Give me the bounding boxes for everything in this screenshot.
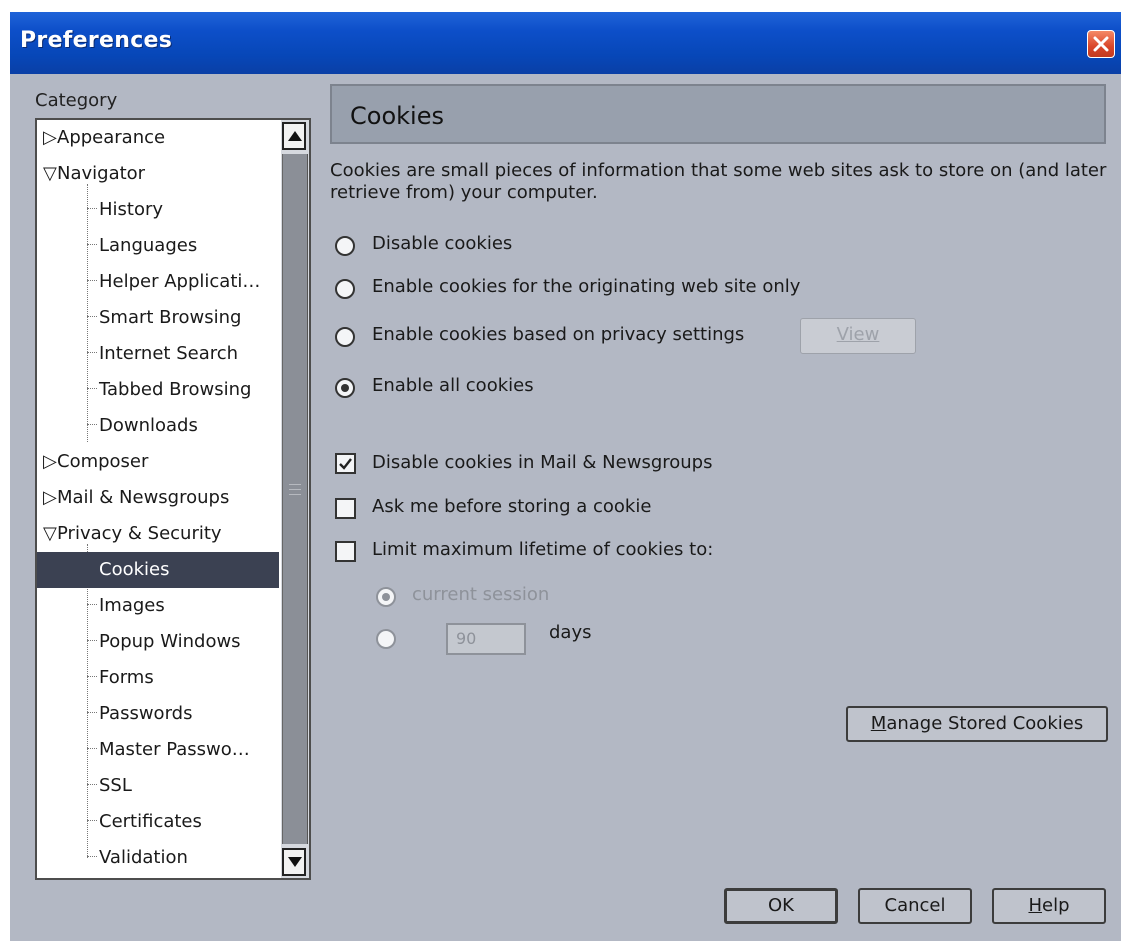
tree-item-label: Composer: [57, 451, 149, 472]
tree-item-label: Privacy & Security: [57, 523, 222, 544]
radio-selected-dot: [382, 593, 390, 601]
view-button[interactable]: View: [800, 318, 916, 354]
category-tree: ▷Appearance ▽Navigator History Languages…: [35, 118, 311, 880]
tree-item-internet-search[interactable]: Internet Search: [37, 336, 279, 372]
expand-triangle-icon[interactable]: ▷: [43, 444, 57, 480]
cancel-button[interactable]: Cancel: [858, 888, 972, 924]
tree-item-helper-applications[interactable]: Helper Applicati…: [37, 264, 279, 300]
title-bar[interactable]: Preferences: [10, 12, 1121, 74]
tree-item-downloads[interactable]: Downloads: [37, 408, 279, 444]
radio-originating-only[interactable]: [335, 279, 355, 299]
tree-item-ssl[interactable]: SSL: [37, 768, 279, 804]
manage-stored-cookies-button[interactable]: Manage Stored Cookies: [846, 706, 1108, 742]
tree-item-history[interactable]: History: [37, 192, 279, 228]
tree-scrollbar[interactable]: [281, 120, 309, 878]
radio-enable-all-label[interactable]: Enable all cookies: [372, 375, 534, 396]
window-title: Preferences: [20, 28, 173, 53]
scroll-down-button[interactable]: [282, 848, 306, 876]
days-input[interactable]: 90: [446, 623, 526, 655]
tree-item-composer[interactable]: ▷Composer: [37, 444, 279, 480]
cookies-description: Cookies are small pieces of information …: [330, 160, 1107, 203]
tree-item-smart-browsing[interactable]: Smart Browsing: [37, 300, 279, 336]
manage-button-label: anage Stored Cookies: [886, 713, 1084, 734]
tree-item-popup-windows[interactable]: Popup Windows: [37, 624, 279, 660]
preferences-window: Preferences Category ▷Appearance ▽Naviga…: [10, 12, 1121, 941]
panel-header: Cookies: [330, 84, 1106, 144]
checkbox-limit-lifetime-label[interactable]: Limit maximum lifetime of cookies to:: [372, 539, 713, 560]
tree-item-label: Navigator: [57, 163, 146, 184]
checkmark-icon: [339, 458, 352, 470]
radio-disable-cookies-label[interactable]: Disable cookies: [372, 233, 512, 254]
tree-item-passwords[interactable]: Passwords: [37, 696, 279, 732]
category-label: Category: [35, 90, 118, 111]
checkbox-ask-before-storing[interactable]: [335, 498, 356, 519]
tree-item-appearance[interactable]: ▷Appearance: [37, 120, 279, 156]
days-label: days: [549, 622, 592, 643]
radio-current-session-label[interactable]: current session: [412, 584, 549, 605]
tree-item-validation[interactable]: Validation: [37, 840, 279, 876]
tree-item-languages[interactable]: Languages: [37, 228, 279, 264]
arrow-down-icon: [288, 857, 302, 867]
help-button-label: elp: [1042, 895, 1070, 916]
ok-button[interactable]: OK: [724, 888, 838, 924]
scroll-thumb[interactable]: [282, 154, 308, 844]
collapse-triangle-icon[interactable]: ▽: [43, 516, 57, 552]
help-button-mnemonic: H: [1028, 895, 1043, 916]
radio-current-session[interactable]: [376, 587, 396, 607]
expand-triangle-icon[interactable]: ▷: [43, 120, 57, 156]
radio-enable-all[interactable]: [335, 378, 355, 398]
close-button[interactable]: [1087, 30, 1115, 58]
tree-item-label: Appearance: [57, 127, 166, 148]
tree-item-images[interactable]: Images: [37, 588, 279, 624]
radio-days[interactable]: [376, 629, 396, 649]
help-button[interactable]: Help: [992, 888, 1106, 924]
radio-privacy-settings-label[interactable]: Enable cookies based on privacy settings: [372, 324, 744, 345]
tree-item-forms[interactable]: Forms: [37, 660, 279, 696]
radio-selected-dot: [341, 384, 349, 392]
expand-triangle-icon[interactable]: ▷: [43, 480, 57, 516]
manage-button-mnemonic: M: [870, 713, 887, 734]
scroll-up-button[interactable]: [282, 122, 306, 150]
tree-item-label: Mail & Newsgroups: [57, 487, 230, 508]
collapse-triangle-icon[interactable]: ▽: [43, 156, 57, 192]
tree-item-mail-newsgroups[interactable]: ▷Mail & Newsgroups: [37, 480, 279, 516]
tree-item-cookies[interactable]: Cookies: [37, 552, 279, 588]
tree-item-certificates[interactable]: Certificates: [37, 804, 279, 840]
arrow-up-icon: [288, 131, 302, 141]
close-icon: [1093, 36, 1109, 52]
tree-item-master-password[interactable]: Master Passwo…: [37, 732, 279, 768]
tree-item-tabbed-browsing[interactable]: Tabbed Browsing: [37, 372, 279, 408]
tree-item-privacy-security[interactable]: ▽Privacy & Security: [37, 516, 279, 552]
checkbox-ask-before-storing-label[interactable]: Ask me before storing a cookie: [372, 496, 651, 517]
grip-icon: [289, 484, 301, 498]
checkbox-disable-mail-cookies-label[interactable]: Disable cookies in Mail & Newsgroups: [372, 452, 712, 473]
checkbox-limit-lifetime[interactable]: [335, 541, 356, 562]
radio-disable-cookies[interactable]: [335, 236, 355, 256]
radio-privacy-settings[interactable]: [335, 327, 355, 347]
radio-originating-only-label[interactable]: Enable cookies for the originating web s…: [372, 276, 800, 297]
checkbox-disable-mail-cookies[interactable]: [335, 453, 356, 474]
panel-title: Cookies: [350, 102, 444, 130]
tree-item-navigator[interactable]: ▽Navigator: [37, 156, 279, 192]
